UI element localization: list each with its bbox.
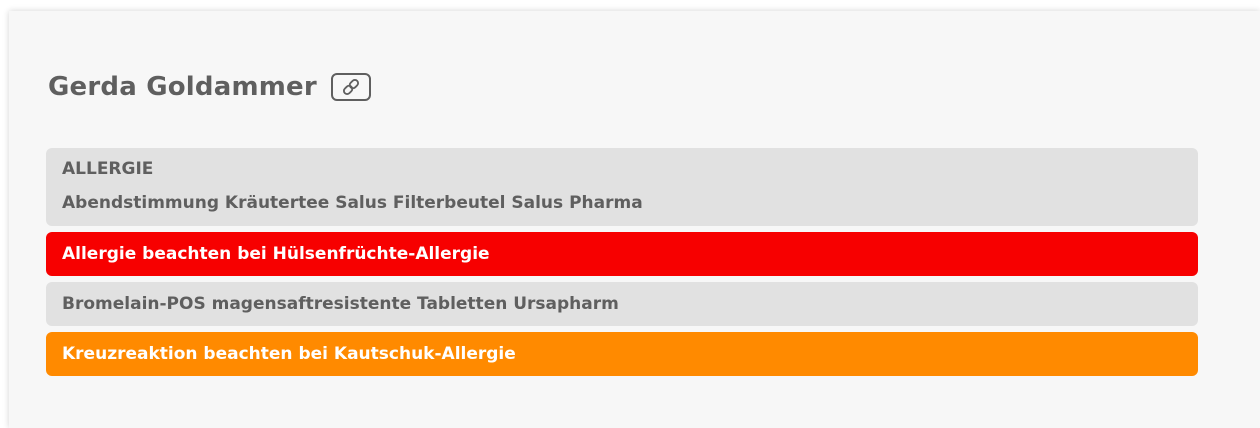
patient-card: Gerda Goldammer ALLERGIE Abendstimmung K… — [9, 11, 1260, 428]
allergy-warning-orange[interactable]: Kreuzreaktion beachten bei Kautschuk-All… — [46, 332, 1198, 376]
link-icon — [342, 78, 359, 96]
allergy-group: ALLERGIE Abendstimmung Kräutertee Salus … — [46, 148, 1198, 226]
allergy-product-item[interactable]: Abendstimmung Kräutertee Salus Filterbeu… — [62, 186, 1182, 220]
patient-header: Gerda Goldammer — [48, 67, 371, 107]
allergy-list: ALLERGIE Abendstimmung Kräutertee Salus … — [46, 148, 1198, 382]
allergy-warning-red[interactable]: Allergie beachten bei Hülsenfrüchte-Alle… — [46, 232, 1198, 276]
allergy-product-item[interactable]: Bromelain-POS magensaftresistente Tablet… — [46, 282, 1198, 326]
section-heading: ALLERGIE — [62, 159, 154, 179]
link-button[interactable] — [330, 73, 371, 101]
patient-name: Gerda Goldammer — [48, 72, 317, 102]
